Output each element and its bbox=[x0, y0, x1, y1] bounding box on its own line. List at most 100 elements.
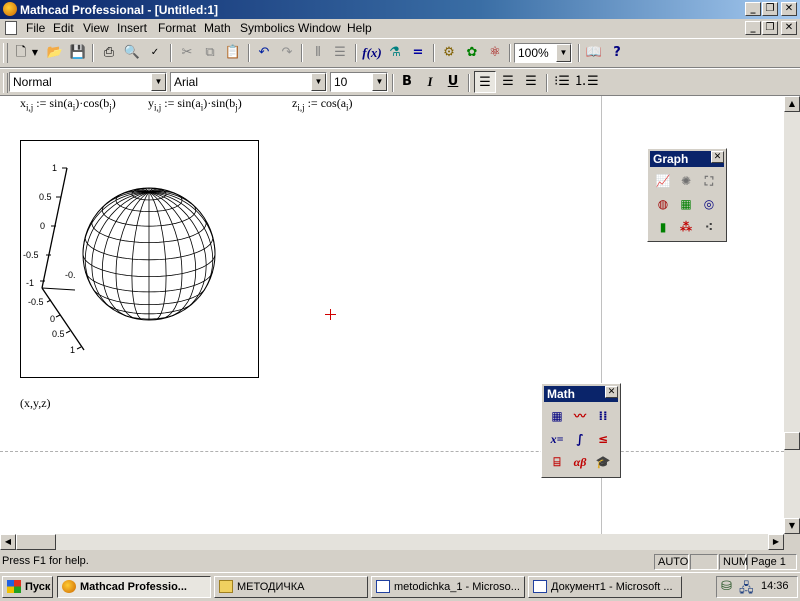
redo-icon[interactable]: ↷ bbox=[276, 42, 298, 64]
help-icon[interactable]: ? bbox=[606, 42, 628, 64]
bullet-list-icon[interactable]: ⁝☰ bbox=[551, 71, 573, 93]
undo-icon[interactable]: ↶ bbox=[253, 42, 275, 64]
eq-z-end: ) bbox=[348, 96, 353, 110]
new-dropdown-icon[interactable]: ▼ bbox=[30, 42, 40, 64]
chevron-down-icon[interactable]: ▼ bbox=[556, 44, 571, 62]
align-down-icon[interactable]: ☰ bbox=[329, 42, 351, 64]
font-size-select[interactable]: 10 ▼ bbox=[330, 72, 388, 92]
style-select[interactable]: Normal ▼ bbox=[9, 72, 167, 92]
calculus-icon[interactable]: ∫ bbox=[570, 429, 590, 449]
graph-toolbar-icon[interactable]: 〰 bbox=[570, 406, 590, 426]
programming-icon[interactable]: ⌸ bbox=[547, 452, 567, 472]
chevron-down-icon[interactable]: ▼ bbox=[372, 73, 387, 91]
3d-bar-chart-icon[interactable]: ▮ bbox=[653, 217, 673, 237]
doc-close-button[interactable]: ✕ bbox=[781, 21, 797, 35]
align-across-icon[interactable]: ⫴ bbox=[307, 42, 329, 64]
equation-y[interactable]: yi,j := sin(ai)·sin(bj) bbox=[148, 96, 242, 112]
task-folder[interactable]: МЕТОДИЧКА bbox=[214, 576, 368, 598]
spell-check-icon[interactable]: ✓ bbox=[144, 42, 166, 64]
align-left-icon[interactable]: ☰ bbox=[474, 71, 496, 93]
mathcad-app-icon[interactable] bbox=[3, 2, 17, 16]
symbolic-icon[interactable]: 🎓 bbox=[593, 452, 613, 472]
resource-center-icon[interactable]: 📖 bbox=[583, 42, 605, 64]
menu-file[interactable]: File bbox=[26, 21, 45, 35]
document-icon[interactable] bbox=[5, 21, 17, 35]
toolbar-separator bbox=[546, 74, 548, 92]
toolbar-grip[interactable] bbox=[3, 43, 8, 63]
menu-edit[interactable]: Edit bbox=[53, 21, 74, 35]
doc-minimize-button[interactable]: _ bbox=[745, 21, 761, 35]
surface-plot[interactable]: 1 0.5 0 -0.5 -1 -0.5 0 0.5 1 -0. bbox=[20, 140, 259, 378]
task-word-metodichka[interactable]: metodichka_1 - Microso... bbox=[371, 576, 525, 598]
3d-surface-icon[interactable]: ▦ bbox=[676, 194, 696, 214]
network-icon[interactable]: 🖧 bbox=[739, 579, 754, 601]
menu-help[interactable]: Help bbox=[347, 21, 372, 35]
calculate-icon[interactable]: = bbox=[407, 42, 429, 64]
graph-palette-close-button[interactable]: ✕ bbox=[711, 151, 724, 163]
insert-function-icon[interactable]: f(x) bbox=[361, 42, 383, 64]
menu-math[interactable]: Math bbox=[204, 21, 231, 35]
menu-format[interactable]: Format bbox=[158, 21, 196, 35]
contour-map-icon[interactable]: ◎ bbox=[699, 194, 719, 214]
menu-window[interactable]: Window bbox=[298, 21, 341, 35]
cut-icon[interactable]: ✂ bbox=[176, 42, 198, 64]
numbered-list-icon[interactable]: ⒈☰ bbox=[574, 71, 599, 93]
underline-button[interactable]: U bbox=[442, 71, 464, 93]
scroll-right-icon[interactable]: ▶ bbox=[768, 534, 784, 550]
polar-plot-icon[interactable]: ✺ bbox=[676, 171, 696, 191]
evaluation-icon[interactable]: x= bbox=[547, 429, 567, 449]
horizontal-scroll-thumb[interactable] bbox=[16, 534, 56, 550]
xy-plot-icon[interactable]: 📈 bbox=[653, 171, 673, 191]
open-folder-icon[interactable]: 📂 bbox=[44, 42, 66, 64]
bold-button[interactable]: B bbox=[396, 71, 418, 93]
vector-field-icon[interactable]: ⁖ bbox=[699, 217, 719, 237]
menu-symbolics[interactable]: Symbolics bbox=[240, 21, 295, 35]
graph-palette[interactable]: Graph ✕ 📈 ✺ ⛶ ◍ ▦ ◎ ▮ ⁂ ⁖ bbox=[647, 148, 727, 242]
save-icon[interactable]: 💾 bbox=[67, 42, 89, 64]
print-icon[interactable]: ⎙ bbox=[98, 42, 120, 64]
mathconnex-icon[interactable]: ✿ bbox=[461, 42, 483, 64]
tray-app-icon[interactable]: ⛁ bbox=[721, 579, 732, 594]
font-select[interactable]: Arial ▼ bbox=[170, 72, 327, 92]
insert-component-icon[interactable]: ⚙ bbox=[438, 42, 460, 64]
italic-button[interactable]: I bbox=[419, 71, 441, 93]
chevron-down-icon[interactable]: ▼ bbox=[151, 73, 166, 91]
align-right-icon[interactable]: ☰ bbox=[520, 71, 542, 93]
insert-unit-icon[interactable]: ⚗ bbox=[384, 42, 406, 64]
boolean-icon[interactable]: ≤ bbox=[593, 429, 613, 449]
scroll-up-icon[interactable]: ▲ bbox=[784, 96, 800, 112]
horizontal-scrollbar[interactable]: ◀ ▶ bbox=[0, 534, 784, 550]
task-word-document1[interactable]: Документ1 - Microsoft ... bbox=[528, 576, 682, 598]
run-mathconnex-icon[interactable]: ⚛ bbox=[484, 42, 506, 64]
start-button[interactable]: Пуск bbox=[2, 576, 53, 598]
surface-plot-icon[interactable]: ⛶ bbox=[699, 171, 719, 191]
chevron-down-icon[interactable]: ▼ bbox=[311, 73, 326, 91]
toolbar-grip[interactable] bbox=[3, 73, 8, 93]
math-palette-close-button[interactable]: ✕ bbox=[605, 386, 618, 398]
contour-plot-icon[interactable]: ◍ bbox=[653, 194, 673, 214]
align-center-icon[interactable]: ☰ bbox=[497, 71, 519, 93]
math-palette[interactable]: Math ✕ ▦ 〰 ⁞⁞ x= ∫ ≤ ⌸ αβ 🎓 bbox=[541, 383, 621, 478]
zoom-select[interactable]: 100% ▼ bbox=[514, 43, 572, 63]
matrix-icon[interactable]: ⁞⁞ bbox=[593, 406, 613, 426]
print-preview-icon[interactable]: 🔍 bbox=[121, 42, 143, 64]
paste-icon[interactable]: 📋 bbox=[222, 42, 244, 64]
calculator-icon[interactable]: ▦ bbox=[547, 406, 567, 426]
doc-restore-button[interactable]: ❐ bbox=[762, 21, 778, 35]
menu-view[interactable]: View bbox=[83, 21, 109, 35]
equation-z[interactable]: zi,j := cos(ai) bbox=[292, 96, 353, 112]
maximize-button[interactable]: ❐ bbox=[762, 2, 778, 16]
new-file-icon[interactable]: 🗋 bbox=[10, 42, 32, 64]
scroll-down-icon[interactable]: ▼ bbox=[784, 518, 800, 534]
vertical-scroll-thumb[interactable] bbox=[784, 432, 800, 450]
minimize-button[interactable]: _ bbox=[745, 2, 761, 16]
greek-icon[interactable]: αβ bbox=[570, 452, 590, 472]
task-mathcad[interactable]: Mathcad Professio... bbox=[57, 576, 211, 598]
close-button[interactable]: ✕ bbox=[781, 2, 797, 16]
menu-insert[interactable]: Insert bbox=[117, 21, 147, 35]
copy-icon[interactable]: ⧉ bbox=[199, 42, 221, 64]
vertical-scrollbar[interactable]: ▲ ▼ bbox=[784, 96, 800, 534]
scroll-left-icon[interactable]: ◀ bbox=[0, 534, 16, 550]
equation-x[interactable]: xi,j := sin(ai)·cos(bj) bbox=[20, 96, 116, 112]
scatter-3d-icon[interactable]: ⁂ bbox=[676, 217, 696, 237]
